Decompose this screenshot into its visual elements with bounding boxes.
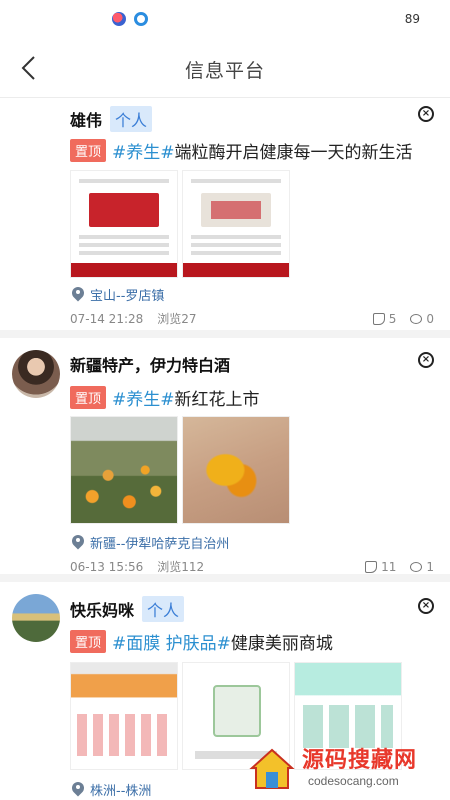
location-pin-icon: [72, 287, 84, 303]
watermark-title: 源码搜藏网: [302, 748, 418, 773]
status-bar: 89: [0, 0, 450, 38]
comment-button[interactable]: 0: [410, 312, 434, 326]
location-text: 新疆--伊犁哈萨克自治州: [90, 537, 230, 552]
author-name[interactable]: 雄伟: [70, 107, 102, 131]
status-icons: [112, 12, 148, 26]
location[interactable]: 株洲--株洲: [72, 780, 151, 799]
post-text[interactable]: 置顶 #养生# 端粒酶开启健康每一天的新生活: [70, 138, 413, 163]
view-count: 浏览27: [157, 312, 197, 326]
app-icon-red: [112, 12, 126, 26]
location-pin-icon: [72, 782, 84, 798]
author-name[interactable]: 快乐妈咪: [70, 597, 134, 621]
hashtag[interactable]: #养生#: [112, 138, 175, 163]
post-header: 雄伟 个人: [70, 106, 153, 132]
author-name[interactable]: 新疆特产，伊力特白酒: [70, 352, 230, 376]
house-logo-icon: [249, 748, 295, 789]
watermark-subtitle: codesocang.com: [308, 774, 399, 788]
author-tag: 个人: [110, 106, 153, 132]
post-card[interactable]: 雄伟 个人 × 置顶 #养生# 端粒酶开启健康每一天的新生活 宝山--罗店镇 07…: [0, 98, 450, 338]
like-button[interactable]: 5: [372, 311, 397, 326]
app-icon-blue: [134, 12, 148, 26]
comment-count: 1: [426, 559, 434, 574]
post-time: 07-14 21:28: [70, 311, 144, 326]
post-card[interactable]: 新疆特产，伊力特白酒 × 置顶 #养生# 新红花上市 新疆--伊犁哈萨克自治州 0…: [0, 338, 450, 582]
close-button[interactable]: ×: [418, 598, 434, 614]
comment-icon: [410, 313, 423, 324]
navbar: 信息平台: [0, 38, 450, 98]
close-button[interactable]: ×: [418, 352, 434, 368]
post-meta: 07-14 21:28 浏览27 5 0: [70, 310, 434, 327]
avatar[interactable]: [12, 594, 60, 642]
post-header: 快乐妈咪 个人: [70, 596, 185, 622]
post-image[interactable]: [182, 170, 290, 278]
post-meta: 06-13 15:56 浏览112 11 1: [70, 558, 434, 575]
location-text: 株洲--株洲: [90, 784, 152, 799]
close-icon: ×: [421, 600, 431, 611]
post-images: [70, 170, 290, 278]
post-image[interactable]: [182, 416, 290, 524]
location[interactable]: 宝山--罗店镇: [72, 285, 164, 304]
like-count: 5: [388, 311, 397, 326]
close-button[interactable]: ×: [418, 106, 434, 122]
post-text[interactable]: 置顶 #养生# 新红花上市: [70, 385, 260, 410]
hashtag[interactable]: #养生#: [112, 385, 175, 410]
post-images: [70, 416, 290, 524]
page-title: 信息平台: [184, 60, 265, 82]
pinned-badge: 置顶: [70, 386, 107, 409]
pinned-badge: 置顶: [70, 630, 107, 653]
thumbs-up-icon: [365, 560, 378, 573]
location[interactable]: 新疆--伊犁哈萨克自治州: [72, 533, 229, 552]
post-time: 06-13 15:56: [70, 559, 144, 574]
view-count: 浏览112: [157, 560, 205, 574]
pinned-badge: 置顶: [70, 139, 107, 162]
post-header: 新疆特产，伊力特白酒: [70, 352, 230, 376]
comment-count: 0: [426, 311, 434, 326]
post-content: 健康美丽商城: [230, 634, 333, 654]
avatar[interactable]: [12, 350, 60, 398]
author-tag: 个人: [142, 596, 185, 622]
post-content: 端粒酶开启健康每一天的新生活: [174, 143, 413, 163]
location-pin-icon: [72, 535, 84, 551]
post-image[interactable]: [70, 416, 178, 524]
like-button[interactable]: 11: [365, 560, 396, 574]
status-right-text: 89: [404, 12, 420, 26]
watermark: 源码搜藏网 codesocang.com: [248, 742, 444, 794]
comment-icon: [410, 561, 423, 572]
post-content: 新红花上市: [174, 390, 260, 410]
post-image[interactable]: [70, 662, 178, 770]
location-text: 宝山--罗店镇: [90, 289, 165, 304]
close-icon: ×: [421, 354, 431, 365]
close-icon: ×: [421, 108, 431, 119]
comment-button[interactable]: 1: [410, 560, 434, 574]
thumbs-up-icon: [372, 312, 385, 325]
hashtag[interactable]: #面膜 护肤品#: [112, 629, 231, 654]
post-text[interactable]: 置顶 #面膜 护肤品# 健康美丽商城: [70, 629, 333, 654]
like-count: 11: [381, 559, 397, 574]
post-image[interactable]: [70, 170, 178, 278]
